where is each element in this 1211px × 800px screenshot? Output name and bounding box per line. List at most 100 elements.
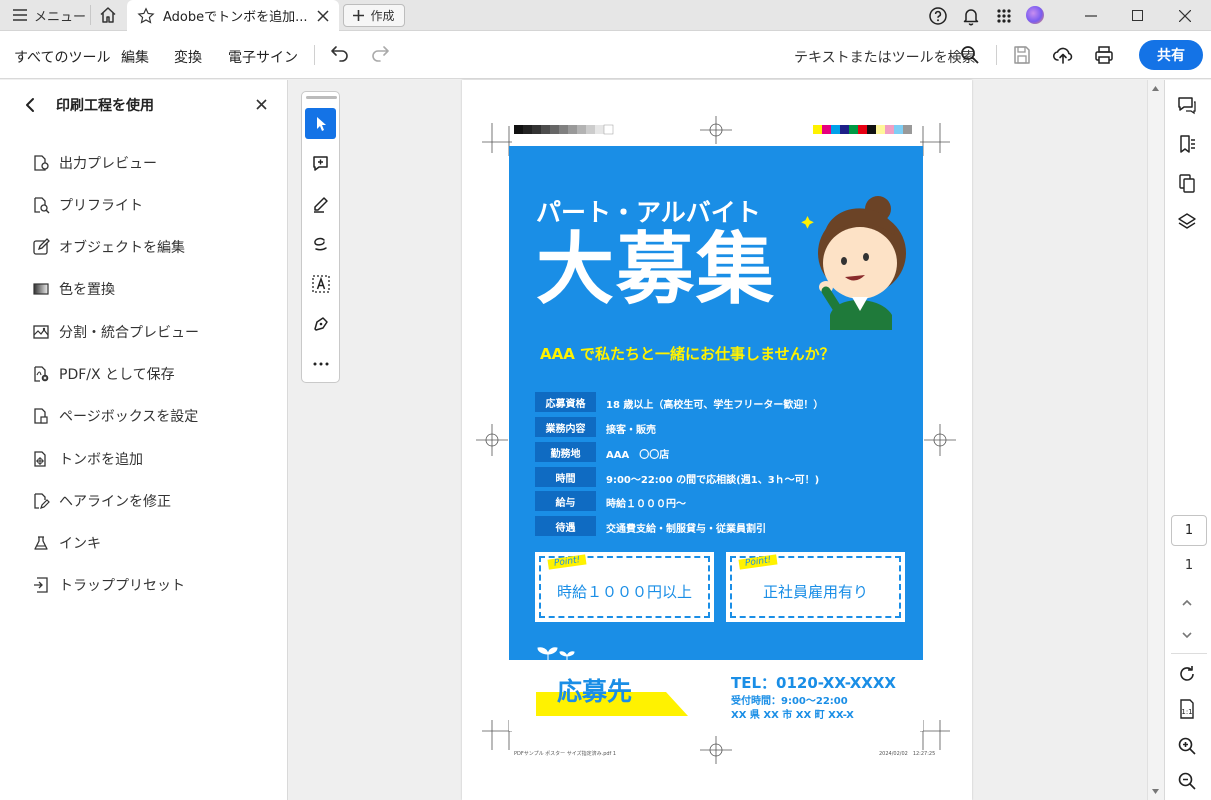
panel-item-label: プリフライト bbox=[59, 198, 143, 214]
page-number-input[interactable]: 1 bbox=[1171, 515, 1207, 546]
row-value: 接客・販売 bbox=[606, 425, 656, 436]
redo-icon[interactable] bbox=[369, 44, 391, 66]
contact-title: 応募先 bbox=[557, 677, 633, 706]
home-icon[interactable] bbox=[98, 5, 118, 25]
select-tool-icon[interactable] bbox=[305, 108, 336, 139]
point-card: Point! 時給１０００円以上 bbox=[535, 552, 714, 622]
pages-thumbnail-icon[interactable] bbox=[1176, 172, 1198, 194]
panel-item-label: トンボを追加 bbox=[59, 452, 143, 468]
fit-page-icon[interactable]: 1:1 bbox=[1176, 698, 1198, 720]
close-window-icon[interactable] bbox=[1162, 0, 1208, 31]
help-icon[interactable] bbox=[928, 6, 948, 26]
maximize-icon[interactable] bbox=[1114, 0, 1160, 31]
menu-e-sign[interactable]: 電子サイン bbox=[228, 47, 298, 67]
row-value: 時給１０００円～ bbox=[606, 499, 686, 510]
slug-timestamp: 2024/02/02 12:27:25 bbox=[879, 751, 936, 757]
row-label: 給与 bbox=[535, 491, 596, 511]
new-tab-label: 作成 bbox=[370, 9, 395, 23]
new-tab-button[interactable]: 作成 bbox=[343, 4, 405, 27]
poster-headline: 大募集 bbox=[536, 225, 777, 315]
rotate-icon[interactable] bbox=[1176, 663, 1198, 685]
menu-button[interactable]: メニュー bbox=[6, 3, 92, 27]
share-button[interactable]: 共有 bbox=[1139, 40, 1203, 70]
more-options-icon[interactable] bbox=[305, 348, 336, 379]
row-value: AAA 〇〇店 bbox=[606, 450, 670, 461]
document-tab[interactable]: Adobeでトンボを追加... bbox=[127, 0, 339, 31]
sprout-icon bbox=[537, 647, 575, 662]
panel-item-replace-color[interactable]: 色を置換 bbox=[32, 278, 115, 300]
menu-convert[interactable]: 変換 bbox=[174, 47, 202, 67]
row-value: 18 歳以上（高校生可、学生フリーター歓迎！） bbox=[606, 400, 824, 411]
bell-icon[interactable] bbox=[961, 6, 981, 26]
panel-item-preflight[interactable]: プリフライト bbox=[32, 194, 143, 216]
poster-tagline: AAA で私たちと一緒にお仕事しませんか？ bbox=[540, 345, 835, 363]
page-box-icon bbox=[34, 408, 48, 424]
panel-item-page-box[interactable]: ページボックスを設定 bbox=[32, 405, 198, 427]
close-tab-icon[interactable] bbox=[317, 9, 329, 22]
flattener-preview-icon bbox=[33, 325, 49, 339]
row-label: 待遇 bbox=[535, 516, 596, 536]
save-icon[interactable] bbox=[1011, 44, 1033, 66]
cloud-upload-icon[interactable] bbox=[1052, 44, 1074, 66]
tool-search-input[interactable]: テキストまたはツールを検索 bbox=[794, 47, 976, 67]
character-illustration bbox=[801, 196, 906, 330]
bookmarks-icon[interactable] bbox=[1176, 133, 1198, 155]
poster-subtitle: パート・アルバイト bbox=[536, 198, 761, 227]
panel-item-output-preview[interactable]: 出力プレビュー bbox=[32, 152, 157, 174]
menu-label: メニュー bbox=[34, 9, 87, 25]
avatar[interactable] bbox=[1026, 6, 1044, 24]
slug-filename: PDFサンプル ポスター サイズ指定済み.pdf 1 bbox=[514, 751, 617, 757]
panel-item-ink[interactable]: インキ bbox=[32, 532, 101, 554]
divider bbox=[1171, 653, 1207, 654]
apps-grid-icon[interactable] bbox=[994, 6, 1014, 26]
close-panel-icon[interactable] bbox=[256, 99, 268, 111]
panel-item-trap-preset[interactable]: トラッププリセット bbox=[32, 574, 185, 596]
zoom-out-icon[interactable] bbox=[1176, 770, 1198, 792]
highlight-icon[interactable] bbox=[305, 188, 336, 219]
scroll-down-icon[interactable] bbox=[1151, 787, 1160, 796]
next-page-icon[interactable] bbox=[1176, 624, 1198, 646]
print-icon[interactable] bbox=[1093, 44, 1115, 66]
contact-address: XX 県 XX 市 XX 町 XX-X bbox=[731, 710, 854, 721]
divider bbox=[314, 45, 315, 65]
point-card: Point! 正社員雇用有り bbox=[726, 552, 905, 622]
panel-item-label: インキ bbox=[59, 536, 101, 552]
hamburger-icon bbox=[13, 9, 27, 21]
ink-icon bbox=[34, 536, 48, 550]
panel-item-label: オブジェクトを編集 bbox=[59, 240, 185, 256]
panel-item-fix-hairline[interactable]: ヘアラインを修正 bbox=[32, 490, 171, 512]
panel-item-label: 分割・統合プレビュー bbox=[59, 325, 199, 341]
panel-item-edit-object[interactable]: オブジェクトを編集 bbox=[32, 236, 185, 258]
draw-icon[interactable] bbox=[305, 228, 336, 259]
print-production-panel bbox=[0, 80, 288, 800]
layers-icon[interactable] bbox=[1176, 211, 1198, 233]
row-value: 9:00～22:00 の間で応相談(週1、3ｈ～可！) bbox=[606, 475, 820, 486]
row-value: 交通費支給・制服貸与・従業員割引 bbox=[606, 524, 766, 535]
panel-item-flattener-preview[interactable]: 分割・統合プレビュー bbox=[32, 321, 199, 343]
comments-icon[interactable] bbox=[1176, 94, 1198, 116]
divider bbox=[90, 5, 91, 25]
menu-all-tools[interactable]: すべてのツール bbox=[14, 47, 110, 67]
sign-icon[interactable] bbox=[305, 308, 336, 339]
panel-item-save-pdfx[interactable]: PDF/X として保存 bbox=[32, 363, 175, 385]
row-label: 業務内容 bbox=[535, 417, 596, 437]
zoom-in-icon[interactable] bbox=[1176, 735, 1198, 757]
star-icon[interactable] bbox=[137, 6, 155, 25]
previous-page-icon[interactable] bbox=[1176, 592, 1198, 614]
undo-icon[interactable] bbox=[329, 44, 351, 66]
search-icon[interactable] bbox=[959, 44, 981, 66]
minimize-icon[interactable] bbox=[1068, 0, 1114, 31]
add-comment-icon[interactable] bbox=[305, 148, 336, 179]
drag-handle[interactable] bbox=[306, 96, 337, 99]
menu-edit[interactable]: 編集 bbox=[121, 47, 149, 67]
replace-color-icon bbox=[33, 283, 49, 295]
text-box-icon[interactable] bbox=[305, 268, 336, 299]
row-label: 勤務地 bbox=[535, 442, 596, 462]
edit-object-icon bbox=[33, 238, 50, 255]
scroll-up-icon[interactable] bbox=[1151, 84, 1160, 93]
vertical-scrollbar[interactable] bbox=[1147, 80, 1164, 800]
row-label: 応募資格 bbox=[535, 392, 596, 412]
back-arrow-icon[interactable] bbox=[22, 96, 40, 114]
panel-item-add-printer-marks[interactable]: トンボを追加 bbox=[32, 448, 143, 470]
panel-item-label: ページボックスを設定 bbox=[59, 409, 199, 425]
